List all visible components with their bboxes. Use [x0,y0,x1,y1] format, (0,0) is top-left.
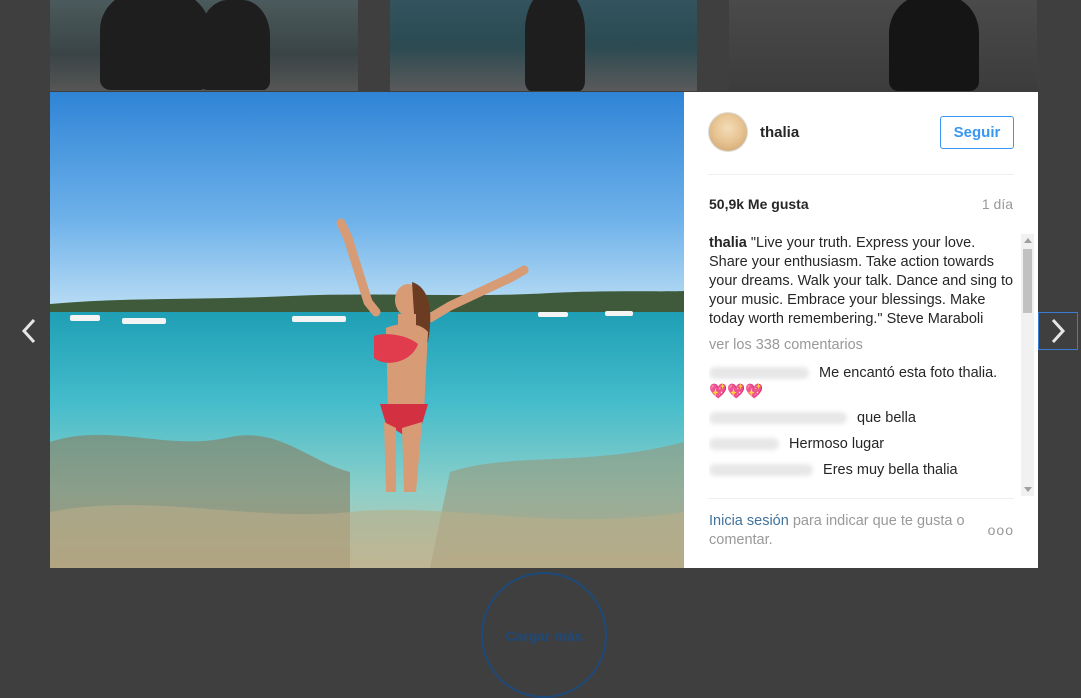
login-prompt: Inicia sesión para indicar que te gusta … [709,512,979,550]
chevron-right-icon [1051,318,1066,344]
comment-text: que bella [857,410,916,426]
header-divider [708,174,1014,175]
scrollbar-thumb[interactable] [1023,249,1032,313]
caption-username[interactable]: thalia [709,235,747,251]
comment-username-blurred[interactable] [709,438,779,451]
post-caption: thalia "Live your truth. Express your lo… [709,234,1014,329]
chevron-left-icon [21,318,36,344]
comment-item: Hermoso lugar [709,435,1014,454]
login-link[interactable]: Inicia sesión [709,513,789,529]
grid-thumbnail-3[interactable] [729,0,1037,91]
scroll-up-arrow-icon[interactable] [1024,238,1032,243]
comment-username-blurred[interactable] [709,412,847,425]
footer-divider [708,498,1014,499]
comment-username-blurred[interactable] [709,367,809,380]
comment-item: que bella [709,409,1014,428]
comment-item: Me encantó esta foto thalia.💖💖💖 [709,364,1014,402]
beach-photo-image [50,92,684,568]
comment-username-blurred[interactable] [709,464,813,477]
comment-item: Eres muy bella thalia [709,461,1014,480]
post-photo[interactable] [50,92,684,568]
post-modal: thalia Seguir 50,9k Me gusta 1 día thali… [50,92,1038,568]
comment-text: Hermoso lugar [789,436,885,452]
comments-scrollbar[interactable] [1021,234,1034,496]
follow-button[interactable]: Seguir [940,116,1014,149]
comments-list[interactable]: thalia "Live your truth. Express your lo… [709,234,1014,496]
post-time[interactable]: 1 día [982,196,1013,212]
comment-text: Eres muy bella thalia [823,462,958,478]
previous-post-button[interactable] [14,312,44,350]
username-link[interactable]: thalia [760,124,799,141]
caption-text: "Live your truth. Express your love. Sha… [709,235,1014,327]
next-post-button[interactable] [1038,312,1078,350]
grid-thumbnail-1[interactable] [50,0,358,91]
avatar[interactable] [708,112,748,152]
scroll-down-arrow-icon[interactable] [1024,487,1032,492]
grid-thumbnail-2[interactable] [390,0,697,91]
view-all-comments-link[interactable]: ver los 338 comentarios [709,336,1014,355]
likes-count[interactable]: 50,9k Me gusta [709,196,809,212]
load-more-button[interactable]: Cargar más [481,572,607,698]
post-sidebar: thalia Seguir 50,9k Me gusta 1 día thali… [684,92,1038,568]
post-header: thalia Seguir [708,110,1014,154]
more-options-button[interactable]: ooo [988,522,1014,538]
